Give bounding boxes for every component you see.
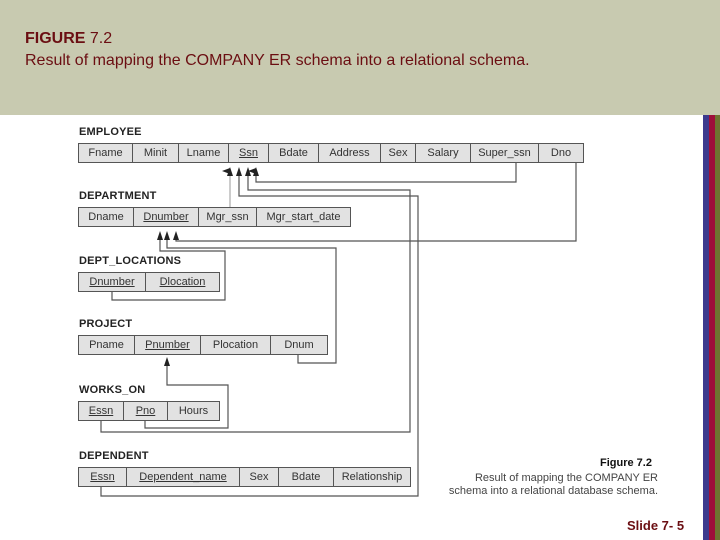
relation-dependent: Essn Dependent_name Sex Bdate Relationsh… [78, 467, 411, 487]
arrowhead-icon [253, 167, 259, 176]
caption-heading: Figure 7.2 [600, 457, 652, 469]
slide-number: Slide 7- 5 [627, 518, 685, 533]
attribute-cell: Pname [79, 336, 135, 354]
relation-project: Pname Pnumber Plocation Dnum [78, 335, 328, 355]
relation-employee: Fname Minit Lname Ssn Bdate Address Sex … [78, 143, 584, 163]
caption-line-2: schema into a relational database schema… [448, 485, 658, 497]
attribute-cell: Plocation [201, 336, 271, 354]
attribute-cell: Mgr_start_date [266, 211, 341, 223]
attribute-cell: Fname [79, 144, 133, 162]
attribute-cell-pk: Pno [124, 402, 168, 420]
caption-line-1: Result of mapping the COMPANY ER [474, 472, 658, 484]
attribute-cell-pk: Dnumber [79, 273, 146, 291]
relation-department: Dname Dnumber Mgr_ssn Mgr_start_date [78, 207, 351, 227]
attribute-cell-pk: Dependent_name [127, 468, 240, 486]
attribute-cell: Super_ssn [471, 144, 539, 162]
fk-line-dno [175, 163, 577, 242]
relation-works-on: Essn Pno Hours [78, 401, 220, 421]
attribute-cell-pk: Ssn [229, 144, 269, 162]
attribute-cell-pk: Dlocation [159, 276, 206, 288]
relation-dept-locations: Dnumber Dlocation [78, 272, 220, 292]
slide-header: FIGURE 7.2 Result of mapping the COMPANY… [0, 0, 720, 115]
attribute-cell: Hours [178, 405, 209, 417]
attribute-cell: Bdate [279, 468, 334, 486]
attribute-cell: Relationship [341, 471, 403, 483]
relation-name-employee: EMPLOYEE [79, 126, 142, 138]
attribute-cell: Sex [240, 468, 279, 486]
attribute-cell: Salary [416, 144, 471, 162]
arrowhead-icon [164, 231, 170, 240]
attribute-cell: Dname [79, 208, 134, 226]
attribute-cell-pk: Pnumber [135, 336, 201, 354]
figure-number: 7.2 [89, 30, 113, 47]
arrowhead-icon [227, 167, 233, 176]
arrowhead-icon [164, 357, 170, 366]
figure-label: FIGURE [25, 30, 86, 47]
attribute-cell: Mgr_ssn [199, 208, 257, 226]
figure-title: FIGURE 7.2 [25, 30, 112, 48]
attribute-cell: Lname [179, 144, 229, 162]
attribute-cell-pk: Essn [79, 468, 127, 486]
arrowhead-icon [236, 167, 242, 176]
relation-name-project: PROJECT [79, 318, 133, 330]
attribute-cell-pk: Dnumber [134, 208, 199, 226]
attribute-cell: Dno [550, 147, 572, 159]
arrowhead-icon [245, 167, 251, 176]
relation-name-works-on: WORKS_ON [79, 384, 146, 396]
fk-line-super-ssn [248, 163, 517, 183]
figure-subtitle: Result of mapping the COMPANY ER schema … [25, 52, 530, 69]
accent-bar-olive [715, 115, 720, 540]
attribute-cell: Dnum [284, 339, 314, 351]
relation-name-dept-locations: DEPT_LOCATIONS [79, 255, 182, 267]
relation-name-department: DEPARTMENT [79, 190, 157, 202]
attribute-cell: Minit [133, 144, 179, 162]
attribute-cell: Bdate [269, 144, 319, 162]
attribute-cell: Sex [381, 144, 416, 162]
attribute-cell-pk: Essn [79, 402, 124, 420]
arrowhead-icon [157, 231, 163, 240]
caption-text: Result of mapping the COMPANY ER schema … [449, 472, 658, 498]
relation-name-dependent: DEPENDENT [79, 450, 149, 462]
attribute-cell: Address [319, 144, 381, 162]
arrowhead-icon [173, 231, 179, 240]
